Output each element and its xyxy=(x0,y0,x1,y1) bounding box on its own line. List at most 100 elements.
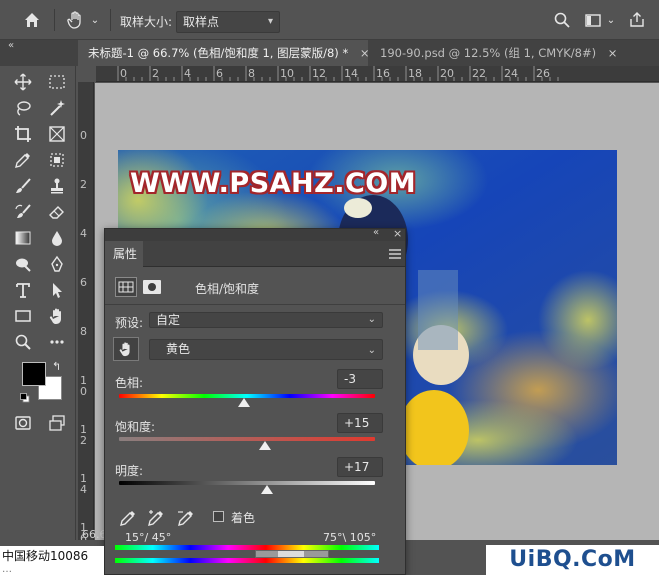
ruler-tick-label: 0 xyxy=(120,67,127,80)
stamp-tool-icon[interactable] xyxy=(44,175,70,197)
panel-tab-row: 属性 xyxy=(105,241,405,267)
ruler-tick-label: 0 xyxy=(80,129,87,142)
crop-tool-icon[interactable] xyxy=(10,123,36,145)
hue-range-bar-bottom xyxy=(115,558,379,563)
ruler-tick-label: 14 xyxy=(80,472,87,496)
preset-label: 预设: xyxy=(115,316,144,330)
tab-label: 未标题-1 @ 66.7% (色相/饱和度 1, 图层蒙版/8) * xyxy=(88,46,349,60)
tab-properties[interactable]: 属性 xyxy=(105,241,143,267)
eyedropper-subtract-icon[interactable] xyxy=(177,509,195,530)
ruler-tick-label: 4 xyxy=(184,67,191,80)
ruler-tick-label: 10 xyxy=(80,374,87,398)
path-selection-tool-icon[interactable] xyxy=(44,279,70,301)
collapse-panels-icon[interactable]: « xyxy=(8,40,14,51)
more-tools-icon[interactable] xyxy=(44,331,70,353)
saturation-label: 饱和度: xyxy=(115,420,156,434)
lightness-slider-track[interactable] xyxy=(119,481,375,485)
dodge-tool-icon[interactable] xyxy=(10,253,36,275)
history-brush-tool-icon[interactable] xyxy=(10,201,36,223)
preset-select[interactable]: 自定 ⌄ xyxy=(149,312,383,328)
phone-status-overlay: 中国移动10086 … xyxy=(0,546,104,575)
default-colors-icon[interactable] xyxy=(20,392,30,403)
brush-tool-icon[interactable] xyxy=(10,175,36,197)
layer-mask-icon[interactable] xyxy=(141,277,163,297)
lasso-tool-icon[interactable] xyxy=(10,97,36,119)
ruler-tick-label: 8 xyxy=(248,67,255,80)
ruler-tick-label: 22 xyxy=(472,67,486,80)
lightness-input[interactable]: +17 xyxy=(337,457,383,477)
eyedropper-tool-icon[interactable] xyxy=(10,149,36,171)
carrier-text: 中国移动10086 xyxy=(2,549,89,563)
marquee-tool-icon[interactable] xyxy=(44,71,70,93)
saturation-slider-track[interactable] xyxy=(119,437,375,441)
preset-value: 自定 xyxy=(156,313,181,327)
hue-value: -3 xyxy=(344,372,356,386)
lightness-value: +17 xyxy=(344,460,370,474)
zoom-tool-icon[interactable] xyxy=(10,331,36,353)
share-icon[interactable] xyxy=(626,8,648,32)
ruler-tick-label: 24 xyxy=(504,67,518,80)
ruler-tick-label: 2 xyxy=(80,178,87,191)
swap-colors-icon[interactable]: ↰ xyxy=(52,360,61,373)
targeted-adjustment-hand-icon[interactable] xyxy=(113,337,139,361)
site-brand-watermark: UiBQ.CoM xyxy=(486,545,659,575)
pen-tool-icon[interactable] xyxy=(44,253,70,275)
range-selector[interactable] xyxy=(255,550,329,558)
hue-label: 色相: xyxy=(115,376,144,390)
hue-input[interactable]: -3 xyxy=(337,369,383,389)
range-right-degrees: 75°\ 105° xyxy=(323,531,377,544)
panel-menu-icon[interactable] xyxy=(389,248,401,262)
tab-document-2[interactable]: 190-90.psd @ 12.5% (组 1, CMYK/8#) × xyxy=(370,40,617,66)
properties-panel: « × 属性 色相/饱和度 预设: 自定 ⌄ 黄色 ⌄ 色相: -3 饱和度: xyxy=(104,227,406,575)
foreground-color-swatch[interactable] xyxy=(22,362,46,386)
ruler-tick-label: 16 xyxy=(376,67,390,80)
range-left-degrees: 15°/ 45° xyxy=(125,531,172,544)
tools-panel: ↰ xyxy=(0,66,76,540)
workspace-icon[interactable] xyxy=(582,8,604,32)
eraser-tool-icon[interactable] xyxy=(44,201,70,223)
lightness-label: 明度: xyxy=(115,464,144,478)
move-tool-icon[interactable] xyxy=(10,71,36,93)
magic-wand-tool-icon[interactable] xyxy=(44,97,70,119)
ruler-vertical: 0 2 4 6 8 10 12 14 16 xyxy=(78,82,94,540)
workspace-chevron-icon[interactable]: ⌄ xyxy=(605,8,617,32)
sample-size-value: 取样点 xyxy=(183,15,220,29)
sample-size-select[interactable]: 取样点 ▾ xyxy=(176,11,280,33)
blur-tool-icon[interactable] xyxy=(44,227,70,249)
saturation-slider-thumb[interactable] xyxy=(258,441,271,450)
ruler-tick-label: 14 xyxy=(344,67,358,80)
channel-select[interactable]: 黄色 ⌄ xyxy=(149,339,383,360)
rectangle-tool-icon[interactable] xyxy=(10,305,36,327)
home-icon[interactable] xyxy=(18,8,46,32)
adjustment-layer-icon[interactable] xyxy=(115,277,137,297)
object-selection-tool-icon[interactable] xyxy=(44,149,70,171)
hue-slider-thumb[interactable] xyxy=(238,398,251,407)
channel-value: 黄色 xyxy=(166,342,191,356)
tab-document-1[interactable]: 未标题-1 @ 66.7% (色相/饱和度 1, 图层蒙版/8) * × xyxy=(78,40,370,66)
ruler-tick-label: 18 xyxy=(408,67,422,80)
hand-tool-icon[interactable] xyxy=(44,305,70,327)
colorize-checkbox[interactable] xyxy=(213,511,224,522)
frame-tool-icon[interactable] xyxy=(44,123,70,145)
eyedropper-icon[interactable] xyxy=(119,509,137,530)
collapse-panel-icon[interactable]: « xyxy=(373,227,379,238)
close-icon[interactable]: × xyxy=(608,46,618,60)
tool-preset-chevron-icon[interactable]: ⌄ xyxy=(88,8,102,32)
gradient-tool-icon[interactable] xyxy=(10,227,36,249)
screen-mode-icon[interactable] xyxy=(44,412,70,434)
saturation-value: +15 xyxy=(344,416,370,430)
search-icon[interactable] xyxy=(551,8,573,32)
hue-range-bar-top xyxy=(115,545,379,550)
eyedropper-sampler-hand-icon[interactable] xyxy=(62,8,88,32)
quick-mask-icon[interactable] xyxy=(10,412,36,434)
type-tool-icon[interactable] xyxy=(10,279,36,301)
colorize-label: 着色 xyxy=(231,511,256,525)
close-panel-icon[interactable]: × xyxy=(393,227,402,240)
eyedropper-add-icon[interactable] xyxy=(147,509,165,530)
document-tab-strip: « 未标题-1 @ 66.7% (色相/饱和度 1, 图层蒙版/8) * × 1… xyxy=(0,40,659,66)
close-icon[interactable]: × xyxy=(360,46,370,60)
saturation-input[interactable]: +15 xyxy=(337,413,383,433)
ruler-tick-label: 2 xyxy=(152,67,159,80)
lightness-slider-thumb[interactable] xyxy=(261,485,274,494)
ruler-tick-label: 12 xyxy=(312,67,326,80)
